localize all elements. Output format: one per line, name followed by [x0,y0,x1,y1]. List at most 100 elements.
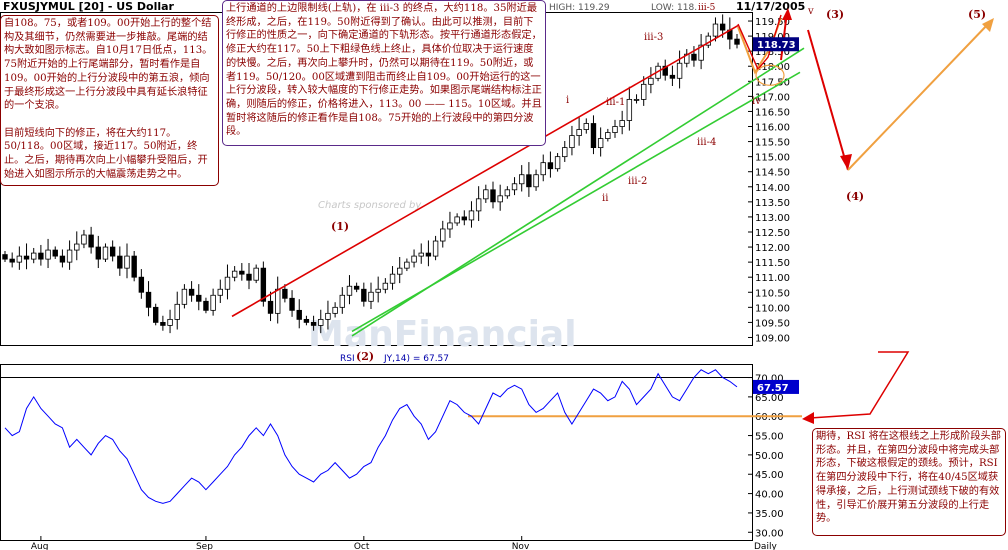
candle-body [153,306,159,323]
candle-body [188,288,195,296]
rsi-value-label: 67.57 [757,383,789,394]
candle-body [590,123,597,149]
rsi-axis-label: 30.00 [755,528,784,539]
candle-body [275,288,281,314]
candle-body [576,129,582,136]
candle-body [174,303,180,320]
candle-body [511,183,518,191]
candle-body [196,294,202,302]
candle-body [497,195,503,203]
price-axis-label: 113.50 [755,198,790,209]
price-axis-label: 111.00 [755,273,790,284]
candle-body [16,255,23,263]
candle-body [332,306,338,314]
candle-body [562,147,568,158]
candle-body [253,267,259,281]
candle-body [282,288,288,299]
candle-body [23,255,30,260]
price-axis-label: 110.50 [755,288,790,299]
candle-body [375,288,381,293]
candle-body [145,291,152,308]
candle-body [648,77,654,85]
candle-body [432,240,439,257]
candle-body [66,249,73,263]
x-axis-label: Aug [31,542,49,550]
x-axis-label: Oct [354,542,370,550]
candle-body [691,53,697,61]
price-axis-label: 109.00 [755,333,790,344]
candle-body [246,273,252,281]
projection-down-arrow [807,29,849,171]
candle-body [411,255,417,263]
wave-label-wave-iii-4: iii-4 [697,137,716,148]
candle-body [641,83,647,100]
wave-label-wave-iii-2: iii-2 [628,176,647,187]
candle-body [719,23,726,31]
candle-body [167,318,173,326]
candle-body [117,255,123,269]
price-axis-label: 111.50 [755,258,790,269]
candle-body [447,222,453,230]
candle-body [203,300,209,311]
price-axis-label: 110.00 [755,303,790,314]
chart-date: 11/17/2005 [736,0,805,13]
candle-body [289,297,295,311]
wave-degree-label-big-4: (4) [846,190,864,203]
candle-body [633,98,640,101]
rsi-title-value: JY,14) = 67.57 [383,354,449,364]
candle-body [9,258,15,263]
candle-body [612,126,618,133]
candle-body [468,210,475,221]
high-label: HIGH: 119.29 [549,3,610,13]
candle-body [583,123,589,130]
rsi-axis-label: 50.00 [755,451,784,462]
candle-body [569,135,575,149]
wave-degree-label-big-3: (3) [826,8,844,21]
candle-body [325,312,331,320]
candle-body [217,288,223,296]
x-axis-label: Nov [512,542,530,550]
candle-body [2,254,8,260]
candle-body [547,162,554,170]
wave-label-wave-iii-3: iii-3 [644,32,663,43]
price-axis-label: 112.00 [755,243,790,254]
candle-body [131,255,137,278]
wave-label-wave-i: i [566,95,569,106]
candle-body [669,74,676,79]
candle-body [31,252,37,260]
candle-body [605,132,611,139]
candle-body [318,318,324,326]
candle-body [52,249,58,257]
candle-body [102,246,109,260]
wave-degree-label-big-5: (5) [968,8,986,21]
price-axis-label: 116.50 [755,107,790,118]
candle-body [490,189,496,203]
candle-body [74,243,80,251]
rsi-title: RSI [340,354,355,364]
wave-label-wave-v: v [807,6,814,17]
rsi-pointer-arrowhead [802,412,814,424]
projection-up-arrow [847,21,991,171]
price-axis-label: 113.00 [755,213,790,224]
candle-body [210,294,216,311]
candle-body [533,174,539,188]
candle-body [239,270,245,275]
rsi-panel-frame [0,364,753,541]
candle-body [397,267,403,275]
rsi-axis-label: 45.00 [755,470,784,481]
x-axis-label: Sep [196,542,213,550]
candle-body [38,252,44,260]
candle-body [303,318,310,323]
rsi-line [4,369,738,504]
candle-body [181,288,188,305]
candle-body [619,120,625,127]
candle-body [81,234,87,245]
wave-label-wave-iii-1: iii-1 [606,97,625,108]
candle-body [361,288,367,302]
rsi-axis-label: 60.00 [755,412,784,423]
wave-label-wave-ii: ii [602,193,608,204]
price-axis-label: 112.50 [755,228,790,239]
candle-body [483,189,489,200]
candle-body [389,273,396,284]
low-label-suffix: iii-5 [698,3,716,13]
